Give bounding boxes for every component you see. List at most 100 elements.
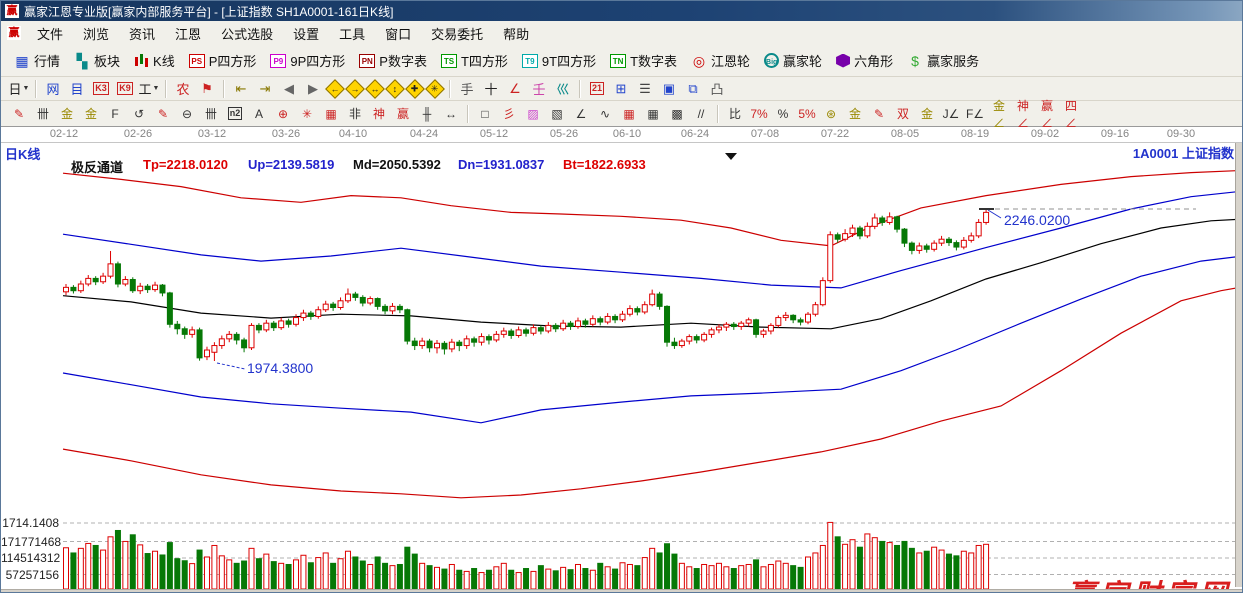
toolbar-button-t-square[interactable]: TS T四方形	[434, 47, 515, 74]
menu-item-5[interactable]: 设置	[283, 25, 329, 44]
tool-gann-ruler[interactable]: 壬	[528, 79, 550, 99]
tool-web-square[interactable]: ▦	[320, 104, 342, 124]
tool-square-lines[interactable]: n2	[224, 104, 246, 124]
tool-j-angle[interactable]: J∠	[940, 104, 962, 124]
tool-angle-tool[interactable]: ∠	[504, 79, 526, 99]
tool-circle-cycle[interactable]: ⊖	[176, 104, 198, 124]
tool-gold-mark[interactable]: 金	[916, 104, 938, 124]
tool-export-tool[interactable]: ⧉	[682, 79, 704, 99]
tool-notes-tool[interactable]: ☰	[634, 79, 656, 99]
menu-item-6[interactable]: 工具	[329, 25, 375, 44]
toolbar-button-hexagon[interactable]: 六角形	[829, 47, 900, 74]
tool-ratio-ladder[interactable]: 比	[724, 104, 746, 124]
menu-item-3[interactable]: 江恩	[165, 25, 211, 44]
tool-spiral-tool[interactable]: ↺	[128, 104, 150, 124]
tool-spider-web[interactable]: ✳	[296, 104, 318, 124]
menu-item-1[interactable]: 浏览	[73, 25, 119, 44]
tool-grid-black[interactable]: ▦	[642, 104, 664, 124]
tool-mirror-line[interactable]: A	[248, 104, 270, 124]
right-scroll-strip[interactable]	[1235, 143, 1242, 587]
toolbar-button-sectors[interactable]: ▚ 板块	[67, 47, 127, 74]
tool-gann-star[interactable]: ✳	[425, 78, 445, 99]
menu-item-7[interactable]: 窗口	[375, 25, 421, 44]
tool-fan-square-pink[interactable]: ▨	[522, 104, 544, 124]
tool-k3-cycle[interactable]: K3	[90, 79, 112, 99]
tool-hand-tool[interactable]: 手	[456, 79, 478, 99]
tool-percent-five[interactable]: 5%	[796, 104, 818, 124]
tool-candle-style-dropdown[interactable]: 工 ▼	[138, 79, 160, 99]
tool-lunar-calendar[interactable]: 农	[172, 79, 194, 99]
tool-span-measure[interactable]: ↔	[440, 104, 462, 124]
tool-crosshair-tool[interactable]: 十	[480, 79, 502, 99]
menu-item-8[interactable]: 交易委托	[421, 25, 493, 44]
tool-gann-arrow-right[interactable]: →	[345, 78, 365, 99]
tool-gold-circle[interactable]: ⊛	[820, 104, 842, 124]
tool-knife-pen[interactable]: ✎	[152, 104, 174, 124]
tool-time-lines[interactable]: 卌	[200, 104, 222, 124]
toolbar-button-p-number-table[interactable]: PN P数字表	[352, 47, 434, 74]
tool-vertical-lines[interactable]: 卌	[32, 104, 54, 124]
tool-network-overlay[interactable]: 网	[42, 79, 64, 99]
tool-flag-marker[interactable]: ⚑	[196, 79, 218, 99]
menu-item-0[interactable]: 文件	[27, 25, 73, 44]
tool-stock-info[interactable]: 目	[66, 79, 88, 99]
tool-gann-circle[interactable]: ⊕	[272, 104, 294, 124]
tool-gann-cross[interactable]: ✚	[405, 78, 425, 99]
tool-prev-bar[interactable]: ◀	[278, 79, 300, 99]
toolbar-button-winner-service[interactable]: $ 赢家服务	[900, 47, 986, 74]
tool-ruler-scale[interactable]: ╫	[416, 104, 438, 124]
toolbar-button-t-number-table[interactable]: TN T数字表	[603, 47, 684, 74]
tool-last-bar[interactable]: ⇥	[254, 79, 276, 99]
tool-draw-pen[interactable]: ✎	[8, 104, 30, 124]
tool-calculator-tool[interactable]: ⊞	[610, 79, 632, 99]
tool-wave-polyline[interactable]: ∿	[594, 104, 616, 124]
tool-gann-arrow-left[interactable]: ←	[325, 78, 345, 99]
toolbar-button-gann-wheel[interactable]: ◎ 江恩轮	[684, 47, 757, 74]
tool-shen-grid[interactable]: 神	[368, 104, 390, 124]
tool-gold-lines-b[interactable]: 金	[80, 104, 102, 124]
tool-grid-red[interactable]: ▦	[618, 104, 640, 124]
tool-gann-arrow-h[interactable]: ↔	[365, 78, 385, 99]
tool-ying-grid[interactable]: 赢	[392, 104, 414, 124]
tool-fan-square[interactable]: ▧	[546, 104, 568, 124]
tool-fan-lines[interactable]: 彡	[498, 104, 520, 124]
tool-next-bar[interactable]: ▶	[302, 79, 324, 99]
collapse-marker-icon[interactable]	[725, 153, 737, 160]
tool-angle-rays[interactable]: ∠	[570, 104, 592, 124]
tool-gold-lines-a[interactable]: 金	[56, 104, 78, 124]
bottom-scroll-strip[interactable]	[1, 589, 1242, 592]
tool-gann-arrow-v[interactable]: ↕	[385, 78, 405, 99]
tool-first-bar[interactable]: ⇤	[230, 79, 252, 99]
tool-marker-pen[interactable]: ✎	[868, 104, 890, 124]
tool-slash-lines[interactable]: //	[690, 104, 712, 124]
kline-chart-canvas[interactable]: 2246.0200 1974.3800	[1, 127, 1243, 589]
menu-item-4[interactable]: 公式选股	[211, 25, 283, 44]
tool-gold-angle[interactable]: 金∠	[988, 99, 1010, 130]
tool-grid-dense[interactable]: ▩	[666, 104, 688, 124]
toolbar-button-quotes[interactable]: ▦ 行情	[7, 47, 67, 74]
menu-item-9[interactable]: 帮助	[493, 25, 539, 44]
title-bar[interactable]: 赢 赢家江恩专业版[赢家内部服务平台] - [上证指数 SH1A0001-161…	[1, 1, 1242, 21]
toolbar-button-kline[interactable]: K线	[127, 47, 182, 74]
tool-quote-ladder[interactable]: 非	[344, 104, 366, 124]
tool-fib-lines[interactable]: F	[104, 104, 126, 124]
tool-gold-bar[interactable]: 金	[844, 104, 866, 124]
tool-save-tool[interactable]: ▣	[658, 79, 680, 99]
tool-ying-angle[interactable]: 赢∠	[1036, 99, 1058, 130]
tool-wave-tool[interactable]: 巛	[552, 79, 574, 99]
tool-shen-angle[interactable]: 神∠	[1012, 99, 1034, 130]
tool-box-select[interactable]: □	[474, 104, 496, 124]
tool-percent[interactable]: %	[772, 104, 794, 124]
tool-print-tool[interactable]: 凸	[706, 79, 728, 99]
menu-item-2[interactable]: 资讯	[119, 25, 165, 44]
tool-f-angle[interactable]: F∠	[964, 104, 986, 124]
toolbar-button-winner-wheel[interactable]: Big 赢家轮	[757, 47, 829, 74]
tool-k9-cycle[interactable]: K9	[114, 79, 136, 99]
toolbar-button-9t-square[interactable]: T9 9T四方形	[515, 47, 603, 74]
tool-double-pattern[interactable]: 双	[892, 104, 914, 124]
toolbar-button-9p-square[interactable]: P9 9P四方形	[263, 47, 352, 74]
tool-calendar-tool[interactable]: 21	[586, 79, 608, 99]
tool-percent-seven[interactable]: 7%	[748, 104, 770, 124]
toolbar-button-p-square[interactable]: PS P四方形	[182, 47, 264, 74]
tool-four-angle[interactable]: 四∠	[1060, 99, 1082, 130]
